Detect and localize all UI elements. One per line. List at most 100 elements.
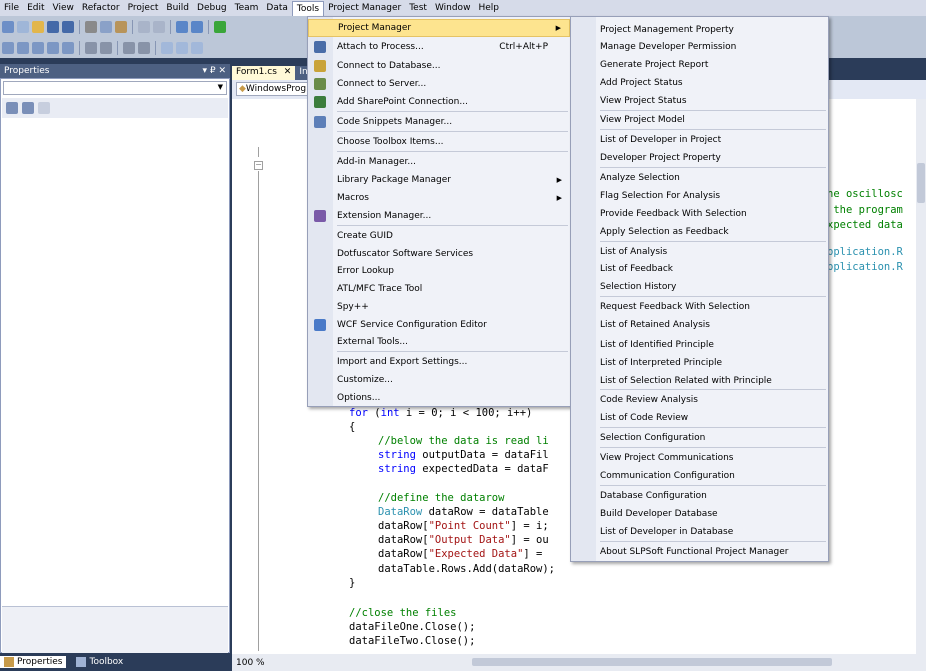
comment-out-icon[interactable]: [123, 41, 135, 54]
quick-info-icon[interactable]: [47, 41, 59, 54]
project-manager-item-list-of-developer-in-project[interactable]: List of Developer in Project: [571, 131, 828, 149]
tools-menu-item-macros[interactable]: Macros ▶: [308, 189, 570, 207]
project-manager-item-list-of-developer-in-database[interactable]: List of Developer in Database: [571, 523, 828, 541]
project-manager-item-list-of-interpreted-principle[interactable]: List of Interpreted Principle: [571, 354, 828, 372]
menu-project[interactable]: Project: [124, 0, 163, 16]
menu-test[interactable]: Test: [405, 0, 431, 16]
project-manager-item-analyze-selection[interactable]: Analyze Selection: [571, 169, 828, 187]
outdent-icon[interactable]: [85, 41, 97, 54]
tools-menu-item-project-manager[interactable]: Project Manager ▶: [308, 19, 570, 37]
menu-refactor[interactable]: Refactor: [78, 0, 124, 16]
indent-icon[interactable]: [100, 41, 112, 54]
add-item-icon[interactable]: [17, 20, 29, 33]
project-manager-item-list-of-code-review[interactable]: List of Code Review: [571, 409, 828, 427]
tools-menu-item-spy[interactable]: Spy++: [308, 298, 570, 316]
tools-menu-item-customize[interactable]: Customize...: [308, 371, 570, 389]
alphabetical-icon[interactable]: [22, 102, 34, 114]
zoom-level[interactable]: 100 %: [232, 658, 265, 668]
project-manager-item-code-review-analysis[interactable]: Code Review Analysis: [571, 391, 828, 409]
project-manager-item-list-of-identified-principle[interactable]: List of Identified Principle: [571, 336, 828, 354]
tools-menu-item-create-guid[interactable]: Create GUID: [308, 227, 570, 245]
parameter-info-icon[interactable]: [32, 41, 44, 54]
uncomment-icon[interactable]: [138, 41, 150, 54]
cut-icon[interactable]: [85, 20, 97, 33]
panel-pin-close-icons[interactable]: ▾ ₽ ✕: [202, 64, 226, 78]
navigate-icon[interactable]: [176, 20, 188, 33]
project-manager-item-developer-project-property[interactable]: Developer Project Property: [571, 149, 828, 167]
project-manager-item-view-project-status[interactable]: View Project Status: [571, 92, 828, 110]
tools-menu-item-error-lookup[interactable]: Error Lookup: [308, 262, 570, 280]
menu-project-manager[interactable]: Project Manager: [324, 0, 405, 16]
vertical-scrollbar[interactable]: [916, 99, 926, 654]
project-manager-item-build-developer-database[interactable]: Build Developer Database: [571, 505, 828, 523]
copy-icon[interactable]: [100, 20, 112, 33]
tools-menu-item-code-snippets-manager[interactable]: Code Snippets Manager...: [308, 113, 570, 131]
menu-file[interactable]: File: [0, 0, 23, 16]
tools-menu-item-wcf-service-configuration-editor[interactable]: WCF Service Configuration Editor: [308, 316, 570, 334]
menu-tools[interactable]: Tools: [291, 0, 325, 16]
object-browser-icon[interactable]: [2, 41, 14, 54]
menu-window[interactable]: Window: [431, 0, 475, 16]
tools-menu-item-attach-to-process[interactable]: Attach to Process... Ctrl+Alt+P: [308, 38, 570, 56]
horizontal-scrollbar[interactable]: 100 %: [232, 654, 926, 671]
property-pages-icon[interactable]: [38, 102, 50, 114]
project-manager-item-add-project-status[interactable]: Add Project Status: [571, 74, 828, 92]
navigate-forward-icon[interactable]: [191, 20, 203, 33]
menu-build[interactable]: Build: [162, 0, 193, 16]
project-manager-item-list-of-selection-related-with-principle[interactable]: List of Selection Related with Principle: [571, 372, 828, 390]
toolbox-tab[interactable]: Toolbox: [72, 656, 127, 668]
save-icon[interactable]: [47, 20, 59, 33]
project-manager-item-view-project-model[interactable]: View Project Model: [571, 111, 828, 129]
menu-view[interactable]: View: [49, 0, 78, 16]
object-selector-dropdown[interactable]: ▼: [3, 81, 227, 95]
tools-menu-item-extension-manager[interactable]: Extension Manager...: [308, 207, 570, 225]
project-manager-item-manage-developer-permission[interactable]: Manage Developer Permission: [571, 38, 828, 56]
properties-tab[interactable]: Properties: [0, 656, 67, 668]
tools-menu-item-connect-to-server[interactable]: Connect to Server...: [308, 75, 570, 93]
close-icon[interactable]: ✕: [284, 67, 292, 77]
project-manager-item-apply-selection-as-feedback[interactable]: Apply Selection as Feedback: [571, 223, 828, 241]
menu-debug[interactable]: Debug: [193, 0, 231, 16]
tab-form1-cs[interactable]: Form1.cs ✕: [232, 66, 296, 80]
project-manager-item-list-of-retained-analysis[interactable]: List of Retained Analysis: [571, 316, 828, 334]
undo-icon[interactable]: [138, 20, 150, 33]
tools-menu-item-atl-mfc-trace-tool[interactable]: ATL/MFC Trace Tool: [308, 280, 570, 298]
project-manager-item-about-slpsoft-functional-project-manager[interactable]: About SLPSoft Functional Project Manager: [571, 543, 828, 561]
tools-menu-item-external-tools[interactable]: External Tools...: [308, 333, 570, 351]
scroll-thumb[interactable]: [472, 658, 832, 666]
project-manager-item-provide-feedback-with-selection[interactable]: Provide Feedback With Selection: [571, 205, 828, 223]
project-manager-item-database-configuration[interactable]: Database Configuration: [571, 487, 828, 505]
project-manager-item-request-feedback-with-selection[interactable]: Request Feedback With Selection: [571, 298, 828, 316]
chevron-down-icon[interactable]: ▼: [218, 83, 223, 91]
tools-menu-item-library-package-manager[interactable]: Library Package Manager ▶: [308, 171, 570, 189]
tools-menu-item-connect-to-database[interactable]: Connect to Database...: [308, 57, 570, 75]
save-all-icon[interactable]: [62, 20, 74, 33]
menu-data[interactable]: Data: [262, 0, 292, 16]
tools-menu-item-add-in-manager[interactable]: Add-in Manager...: [308, 153, 570, 171]
menu-team[interactable]: Team: [231, 0, 263, 16]
project-manager-item-list-of-feedback[interactable]: List of Feedback: [571, 260, 828, 278]
tools-menu-item-import-and-export-settings[interactable]: Import and Export Settings...: [308, 353, 570, 371]
project-manager-item-selection-history[interactable]: Selection History: [571, 278, 828, 296]
bookmark-icon[interactable]: [161, 41, 173, 54]
project-manager-item-generate-project-report[interactable]: Generate Project Report: [571, 56, 828, 74]
menu-edit[interactable]: Edit: [23, 0, 48, 16]
categorized-icon[interactable]: [6, 102, 18, 114]
collapse-icon[interactable]: −: [254, 161, 263, 170]
project-manager-item-list-of-analysis[interactable]: List of Analysis: [571, 243, 828, 261]
project-manager-item-selection-configuration[interactable]: Selection Configuration: [571, 429, 828, 447]
open-file-icon[interactable]: [32, 20, 44, 33]
project-manager-item-communication-configuration[interactable]: Communication Configuration: [571, 467, 828, 485]
project-manager-item-project-management-property[interactable]: Project Management Property: [571, 21, 828, 39]
new-project-icon[interactable]: [2, 20, 14, 33]
previous-bookmark-icon[interactable]: [176, 41, 188, 54]
paste-icon[interactable]: [115, 20, 127, 33]
complete-word-icon[interactable]: [62, 41, 74, 54]
scroll-thumb[interactable]: [917, 163, 925, 203]
tools-menu-item-add-sharepoint-connection[interactable]: Add SharePoint Connection...: [308, 93, 570, 111]
start-debug-icon[interactable]: [214, 20, 226, 33]
member-list-icon[interactable]: [17, 41, 29, 54]
tools-menu-item-choose-toolbox-items[interactable]: Choose Toolbox Items...: [308, 133, 570, 151]
project-manager-item-view-project-communications[interactable]: View Project Communications: [571, 449, 828, 467]
next-bookmark-icon[interactable]: [191, 41, 203, 54]
